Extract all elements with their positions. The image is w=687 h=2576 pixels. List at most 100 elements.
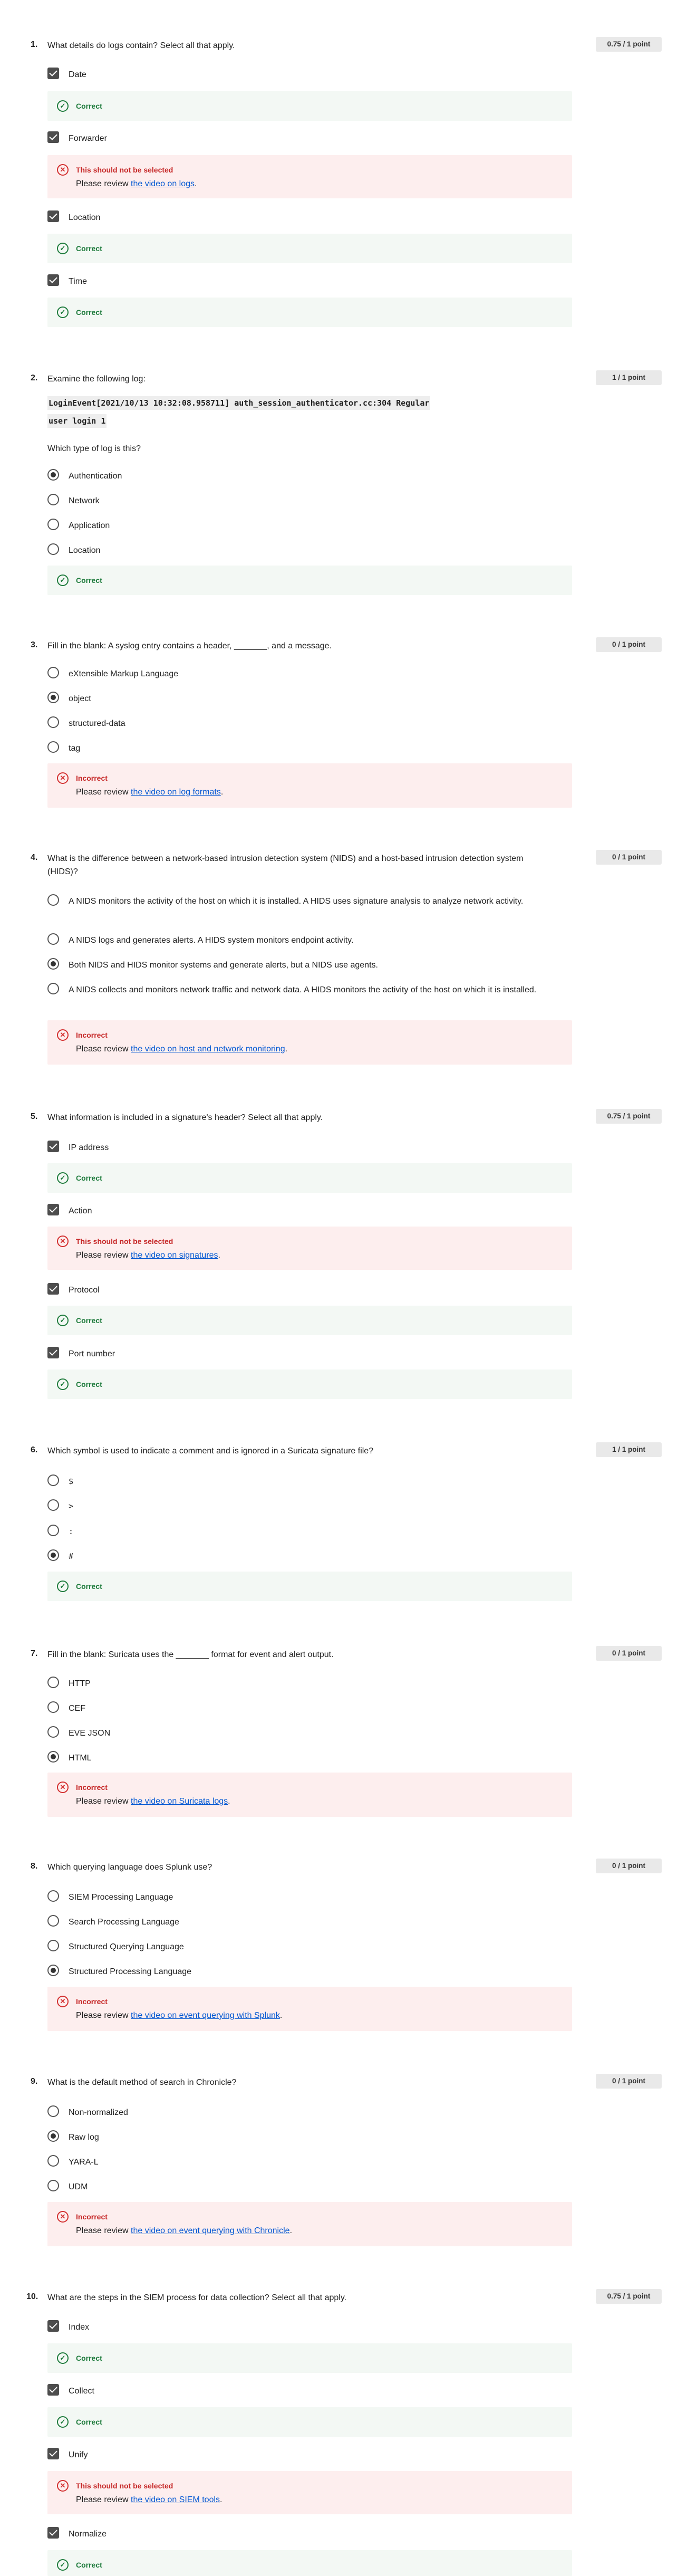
option-label: HTML (69, 1754, 92, 1763)
option-label: Raw log (69, 2133, 99, 2142)
feedback-status: Correct (76, 244, 102, 253)
radio-selected-icon[interactable] (47, 1549, 59, 1561)
radio-selected-icon[interactable] (47, 2130, 59, 2142)
checkbox-checked-icon[interactable] (47, 2320, 59, 2332)
checkbox-checked-icon[interactable] (47, 2384, 59, 2396)
option-label: tag (69, 744, 81, 753)
radio-icon[interactable] (47, 1499, 59, 1511)
radio-icon[interactable] (47, 543, 59, 555)
checkbox-checked-icon[interactable] (47, 1141, 59, 1152)
check-circle-icon: ✓ (57, 1581, 69, 1592)
feedback-correct: ✓ Correct (47, 1306, 572, 1335)
radio-icon[interactable] (47, 2180, 59, 2191)
feedback-text: Please review (76, 1251, 131, 1260)
radio-icon[interactable] (47, 519, 59, 530)
radio-icon[interactable] (47, 983, 59, 994)
radio-icon[interactable] (47, 1677, 59, 1688)
check-circle-icon: ✓ (57, 1172, 69, 1184)
feedback-status: Incorrect (76, 1997, 108, 2006)
checkbox-checked-icon[interactable] (47, 210, 59, 222)
option-label: Normalize (69, 2530, 107, 2539)
option-label: Both NIDS and HIDS monitor systems and g… (69, 961, 378, 970)
question-prompt: Examine the following log: (47, 375, 146, 384)
radio-icon[interactable] (47, 1701, 59, 1713)
radio-icon[interactable] (47, 1890, 59, 1902)
feedback-status: Correct (76, 1174, 102, 1182)
feedback-incorrect: ✕ Incorrect Please review the video on hos… (47, 1020, 572, 1065)
feedback-status: Correct (76, 576, 102, 585)
feedback-text: . (220, 2495, 222, 2504)
radio-icon[interactable] (47, 1726, 59, 1738)
feedback-status: Incorrect (76, 774, 108, 782)
checkbox-checked-icon[interactable] (47, 1347, 59, 1358)
checkbox-checked-icon[interactable] (47, 274, 59, 286)
feedback-text: Please review (76, 179, 131, 188)
radio-icon[interactable] (47, 933, 59, 945)
score-badge: 1 / 1 point (596, 1442, 662, 1457)
radio-icon[interactable] (47, 894, 59, 906)
question-prompt: What details do logs contain? Select all… (47, 41, 235, 50)
option-label: Location (69, 213, 101, 222)
score-badge: 0.75 / 1 point (596, 2289, 662, 2304)
feedback-incorrect: ✕ Incorrect Please review the video on eve… (47, 2202, 572, 2246)
review-link[interactable]: the video on Suricata logs (131, 1797, 228, 1806)
radio-icon[interactable] (47, 1525, 59, 1536)
feedback-text: Please review (76, 2495, 131, 2504)
option-label: Search Processing Language (69, 1918, 179, 1927)
option-label: IP address (69, 1143, 109, 1152)
check-circle-icon: ✓ (57, 574, 69, 586)
review-link[interactable]: the video on signatures (131, 1251, 218, 1260)
feedback-text: Please review (76, 1045, 131, 1054)
radio-icon[interactable] (47, 1940, 59, 1951)
review-link[interactable]: the video on SIEM tools (131, 2495, 220, 2504)
review-link[interactable]: the video on logs (131, 179, 195, 188)
checkbox-checked-icon[interactable] (47, 2448, 59, 2459)
score-badge: 0.75 / 1 point (596, 37, 662, 52)
radio-selected-icon[interactable] (47, 1965, 59, 1976)
feedback-message: Please review the video on logs. (76, 178, 197, 190)
checkbox-checked-icon[interactable] (47, 131, 59, 143)
feedback-text: . (218, 1251, 220, 1260)
option-label: > (69, 1501, 74, 1511)
option-label: Forwarder (69, 134, 107, 143)
radio-selected-icon[interactable] (47, 958, 59, 970)
option-label: Structured Processing Language (69, 1967, 192, 1976)
option-label: Non-normalized (69, 2108, 128, 2117)
radio-icon[interactable] (47, 2105, 59, 2117)
radio-icon[interactable] (47, 741, 59, 753)
checkbox-checked-icon[interactable] (47, 1283, 59, 1295)
question-number: 7. (31, 1649, 38, 1658)
radio-selected-icon[interactable] (47, 1751, 59, 1763)
feedback-status: This should not be selected (76, 2482, 173, 2490)
x-circle-icon: ✕ (57, 1236, 69, 1247)
radio-icon[interactable] (47, 1474, 59, 1486)
checkbox-checked-icon[interactable] (47, 2527, 59, 2539)
checkbox-checked-icon[interactable] (47, 1204, 59, 1215)
option-label: $ (69, 1477, 74, 1486)
feedback-status: Incorrect (76, 1031, 108, 1039)
radio-icon[interactable] (47, 494, 59, 505)
feedback-text: . (279, 2011, 283, 2020)
review-link[interactable]: the video on event querying with Splunk (131, 2011, 280, 2020)
option-label: # (69, 1552, 74, 1561)
review-link[interactable]: the video on event querying with Chronic… (131, 2226, 290, 2235)
review-link[interactable]: the video on host and network monitoring (131, 1045, 285, 1054)
radio-icon[interactable] (47, 667, 59, 678)
radio-selected-icon[interactable] (47, 469, 59, 481)
review-link[interactable]: the video on log formats (131, 788, 221, 797)
option-label: CEF (69, 1704, 85, 1713)
radio-icon[interactable] (47, 716, 59, 728)
score-badge: 0.75 / 1 point (596, 1109, 662, 1124)
question-prompt: What is the default method of search in … (47, 2078, 237, 2087)
radio-icon[interactable] (47, 2155, 59, 2167)
checkbox-checked-icon[interactable] (47, 68, 59, 79)
x-circle-icon: ✕ (57, 2211, 69, 2223)
option-label: object (69, 694, 91, 703)
feedback-status: Correct (76, 1316, 102, 1325)
feedback-text: . (285, 1045, 288, 1054)
radio-selected-icon[interactable] (47, 692, 59, 703)
check-circle-icon: ✓ (57, 307, 69, 318)
question-prompt: What information is included in a signat… (47, 1113, 323, 1122)
radio-icon[interactable] (47, 1915, 59, 1927)
score-badge: 1 / 1 point (596, 370, 662, 385)
